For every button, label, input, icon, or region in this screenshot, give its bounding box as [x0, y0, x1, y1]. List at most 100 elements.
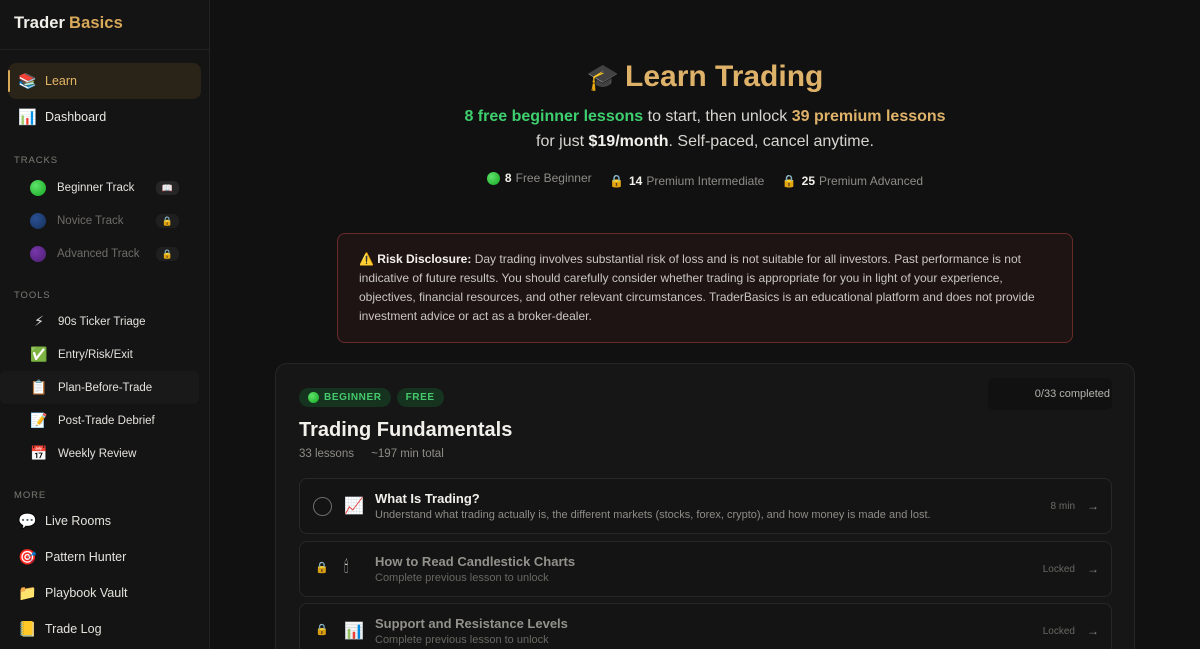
sidebar-item-label: Plan-Before-Trade [58, 381, 153, 394]
sidebar-item-post-trade-debrief[interactable]: 📝 Post-Trade Debrief [0, 404, 199, 437]
lightning-icon: ⚡ [34, 313, 44, 329]
premium-lessons-highlight: 39 premium lessons [791, 108, 946, 125]
level-tag-label: BEGINNER [324, 392, 382, 403]
brand-name-primary: Trader [14, 14, 66, 32]
lesson-stats: 8 Free Beginner 🔒 14 Premium Intermediat… [210, 171, 1200, 188]
sidebar-item-label: Trade Log [45, 622, 102, 636]
arrow-right-icon[interactable]: → [1087, 624, 1099, 638]
risk-disclosure-label: Risk Disclosure: [377, 252, 472, 266]
sidebar-item-live-rooms[interactable]: 💬 Live Rooms [0, 503, 209, 539]
sidebar-item-trade-log[interactable]: 📒 Trade Log [0, 611, 209, 647]
graduation-cap-icon: 🎓 [586, 62, 619, 92]
target-icon: 🎯 [18, 549, 37, 566]
risk-disclosure: ⚠️ Risk Disclosure: Day trading involves… [337, 233, 1073, 343]
stat-label: Free Beginner [515, 171, 592, 185]
bar-chart-icon: 📊 [344, 623, 364, 640]
sidebar-item-label: Pattern Hunter [45, 550, 127, 564]
sidebar-item-label: Beginner Track [57, 181, 135, 194]
lesson-row[interactable]: 🔒 📊 Support and Resistance Levels Comple… [299, 603, 1112, 649]
books-icon: 📚 [18, 73, 37, 90]
sidebar-item-label: Novice Track [57, 214, 124, 227]
course-card: BEGINNER FREE 0/33 completed Trading Fun… [275, 363, 1135, 649]
lock-icon: 🔒 [781, 173, 797, 188]
stat-premium-intermediate: 🔒 14 Premium Intermediate [609, 174, 764, 188]
sidebar-item-ticker-triage[interactable]: ⚡ 90s Ticker Triage [0, 305, 199, 338]
calendar-icon: 📅 [30, 445, 48, 461]
hero-price-prefix: for just [536, 133, 585, 150]
lock-icon: 🔒 [155, 246, 179, 261]
sidebar-item-label: Dashboard [45, 110, 107, 124]
sidebar-item-label: Weekly Review [58, 447, 137, 460]
folder-icon: 📁 [18, 585, 37, 602]
hero-subtitle-mid: to start, then unlock [647, 108, 788, 125]
lesson-description: Understand what trading actually is, the… [375, 509, 931, 521]
speech-bubble-icon: 💬 [18, 513, 37, 530]
sidebar-item-label: 90s Ticker Triage [58, 315, 146, 328]
check-box-icon: ✅ [30, 346, 48, 362]
clipboard-icon: 📋 [30, 379, 48, 395]
purple-circle-icon [30, 245, 46, 262]
lesson-count: 33 lessons [299, 448, 354, 460]
lesson-locked-label: Locked [1042, 625, 1075, 637]
lock-icon: 🔒 [315, 562, 329, 574]
page-title: 🎓 Learn Trading [210, 60, 1200, 94]
sidebar-item-beginner-track[interactable]: Beginner Track 📖 [0, 171, 199, 204]
blue-circle-icon [30, 212, 46, 229]
sidebar-item-advanced-track[interactable]: Advanced Track 🔒 [0, 237, 199, 270]
arrow-right-icon[interactable]: → [1087, 562, 1099, 576]
course-meta: 33 lessons ~197 min total [299, 448, 444, 460]
sidebar-item-plan-before-trade[interactable]: 📋 Plan-Before-Trade [0, 371, 199, 404]
lesson-title: How to Read Candlestick Charts [375, 554, 576, 569]
stat-count: 14 [628, 173, 643, 188]
book-icon: 📖 [155, 180, 179, 195]
stat-count: 25 [801, 173, 816, 188]
sidebar-item-novice-track[interactable]: Novice Track 🔒 [0, 204, 199, 237]
lesson-row[interactable]: 🔒 🕯 How to Read Candlestick Charts Compl… [299, 541, 1112, 597]
lesson-title: What Is Trading? [375, 491, 480, 506]
sidebar-item-label: Playbook Vault [45, 586, 128, 600]
sidebar-item-learn[interactable]: 📚 Learn [8, 63, 201, 99]
lock-icon: 🔒 [609, 173, 624, 188]
brand-logo[interactable]: Trader Basics [0, 0, 209, 50]
memo-icon: 📝 [30, 412, 48, 428]
tracks-section-label: TRACKS [14, 155, 58, 166]
stat-free-beginner: 8 Free Beginner [486, 171, 592, 185]
lesson-row[interactable]: 📈 What Is Trading? Understand what tradi… [299, 478, 1112, 534]
sidebar-item-label: Advanced Track [57, 247, 140, 260]
stat-count: 8 [504, 171, 512, 185]
stat-label: Premium Intermediate [646, 173, 765, 188]
candle-icon: 🕯 [344, 559, 349, 576]
lesson-title: Support and Resistance Levels [375, 616, 568, 631]
lesson-locked-label: Locked [1042, 563, 1075, 575]
stat-premium-advanced: 🔒 25 Premium Advanced [782, 174, 923, 188]
green-circle-icon [486, 171, 500, 185]
arrow-right-icon[interactable]: → [1087, 499, 1099, 513]
sidebar-item-entry-risk-exit[interactable]: ✅ Entry/Risk/Exit [0, 338, 199, 371]
lesson-status: Locked → [1043, 624, 1099, 638]
level-tag: BEGINNER [299, 388, 391, 407]
sidebar-item-label: Entry/Risk/Exit [58, 348, 133, 361]
sidebar-item-pattern-hunter[interactable]: 🎯 Pattern Hunter [0, 539, 209, 575]
lesson-description: Complete previous lesson to unlock [375, 572, 549, 584]
lock-icon: 🔒 [155, 213, 179, 228]
more-section-label: MORE [14, 490, 47, 501]
lesson-status: 8 min → [1051, 499, 1099, 513]
hero-price-suffix: . Self-paced, cancel anytime. [668, 133, 874, 150]
free-lessons-highlight: 8 free beginner lessons [464, 108, 644, 125]
lesson-status: Locked → [1043, 562, 1099, 576]
hero-subtitle-line1: 8 free beginner lessons to start, then u… [210, 108, 1200, 126]
total-duration: ~197 min total [371, 448, 444, 460]
sidebar-item-playbook-vault[interactable]: 📁 Playbook Vault [0, 575, 209, 611]
green-circle-icon [308, 392, 319, 403]
sidebar-item-weekly-review[interactable]: 📅 Weekly Review [0, 437, 199, 470]
sidebar-item-dashboard[interactable]: 📊 Dashboard [8, 99, 201, 135]
incomplete-circle-icon[interactable] [313, 497, 332, 516]
green-circle-icon [30, 179, 46, 196]
course-title: Trading Fundamentals [299, 419, 513, 441]
brand-name-accent: Basics [69, 14, 123, 32]
sidebar-item-label: Learn [45, 74, 77, 88]
stat-label: Premium Advanced [819, 173, 924, 188]
hero-subtitle-line2: for just $19/month. Self-paced, cancel a… [210, 133, 1200, 151]
lesson-duration: 8 min [1050, 500, 1075, 512]
sidebar: Trader Basics 📚 Learn 📊 Dashboard TRACKS … [0, 0, 210, 649]
